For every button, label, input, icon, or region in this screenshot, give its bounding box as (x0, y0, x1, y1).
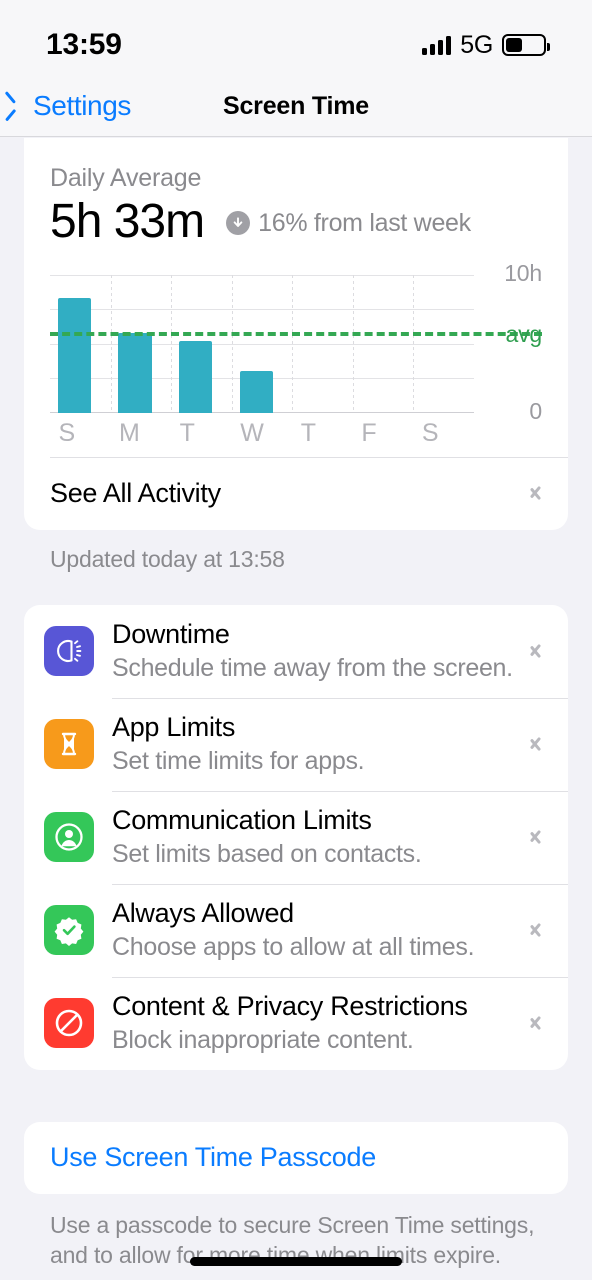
home-indicator (190, 1257, 402, 1266)
chart-bar (57, 298, 92, 413)
use-screen-time-passcode-label: Use Screen Time Passcode (50, 1142, 376, 1173)
settings-row-title: Communication Limits (112, 804, 372, 835)
chevron-right-icon (531, 640, 544, 662)
daily-average-summary: Daily Average 5h 33m 16% from last week (24, 138, 568, 249)
scroll-content[interactable]: Daily Average 5h 33m 16% from last week (0, 138, 592, 1280)
average-line (50, 332, 542, 337)
usage-card: Daily Average 5h 33m 16% from last week (24, 138, 568, 530)
passcode-card: Use Screen Time Passcode (24, 1121, 568, 1194)
daily-average-value: 5h 33m (50, 195, 205, 248)
weekly-usage-chart[interactable]: 10h 0 avg S M T W T F S (50, 260, 543, 457)
x-axis-label: T (179, 418, 195, 447)
chevron-right-icon (531, 826, 544, 848)
see-all-activity-row[interactable]: See All Activity (24, 456, 568, 530)
checkmark-seal-icon (44, 905, 94, 956)
cellular-bars-icon (422, 35, 452, 55)
settings-row-title: App Limits (112, 711, 236, 742)
battery-icon (502, 34, 550, 56)
x-axis-labels: SMTWTFS (50, 419, 474, 455)
downtime-icon (44, 626, 94, 677)
chart-bar (118, 332, 152, 413)
back-button-label: Settings (33, 90, 131, 121)
chevron-right-icon (531, 733, 544, 755)
settings-row[interactable]: Always Allowed Choose apps to allow at al… (24, 883, 568, 977)
x-axis-label: S (421, 418, 439, 447)
settings-row[interactable]: Content & Privacy Restrictions Block inap… (24, 976, 568, 1070)
hourglass-icon (44, 719, 94, 770)
status-bar-time: 13:59 (46, 28, 122, 61)
chevron-right-icon (531, 482, 544, 504)
use-screen-time-passcode-button[interactable]: Use Screen Time Passcode (24, 1122, 568, 1194)
x-axis-label: W (240, 418, 264, 447)
network-type-label: 5G (460, 30, 493, 59)
settings-row[interactable]: Downtime Schedule time away from the scre… (24, 605, 568, 698)
arrow-down-circle-icon (226, 211, 251, 236)
settings-row-title: Always Allowed (112, 897, 294, 928)
x-axis-label: T (300, 418, 316, 447)
settings-row-subtitle: Choose apps to allow at all times. (112, 933, 475, 962)
y-axis-min-label: 0 (529, 397, 542, 424)
settings-row-subtitle: Schedule time away from the screen. (112, 654, 513, 683)
screen-time-settings-screen: 13:59 5G Settings Screen Time Daily Aver… (0, 0, 592, 1280)
back-button[interactable]: Settings (14, 90, 131, 122)
weekly-change: 16% from last week (226, 209, 471, 249)
status-bar-indicators: 5G (422, 30, 550, 60)
x-axis-label: F (361, 418, 377, 447)
x-axis-label: S (58, 418, 75, 447)
settings-row-subtitle: Block inappropriate content. (112, 1026, 414, 1055)
chart-bar (239, 371, 273, 413)
updated-caption: Updated today at 13:58 (50, 545, 285, 572)
settings-row-title: Content & Privacy Restrictions (112, 990, 468, 1021)
settings-row-subtitle: Set limits based on contacts. (112, 840, 422, 869)
see-all-activity-label: See All Activity (50, 477, 221, 508)
chevron-right-icon (531, 919, 544, 941)
chevron-left-icon (14, 95, 27, 117)
navigation-bar: Settings Screen Time (0, 76, 592, 137)
y-axis-max-label: 10h (504, 259, 542, 286)
status-bar: 13:59 5G (0, 0, 592, 76)
chart-bars (50, 275, 474, 413)
chevron-right-icon (531, 1012, 544, 1034)
no-entry-icon (44, 998, 94, 1049)
settings-row[interactable]: Communication Limits Set limits based on … (24, 790, 568, 884)
settings-row[interactable]: App Limits Set time limits for apps. (24, 697, 568, 791)
person-circle-icon (44, 812, 94, 863)
screen-time-options-list: Downtime Schedule time away from the scre… (24, 604, 568, 1070)
settings-row-subtitle: Set time limits for apps. (112, 747, 365, 776)
chart-bar (179, 341, 213, 413)
x-axis-label: M (119, 418, 140, 447)
weekly-change-label: 16% from last week (258, 208, 471, 237)
average-line-label: avg (505, 321, 543, 348)
settings-row-title: Downtime (112, 618, 230, 649)
daily-average-label: Daily Average (50, 164, 202, 192)
